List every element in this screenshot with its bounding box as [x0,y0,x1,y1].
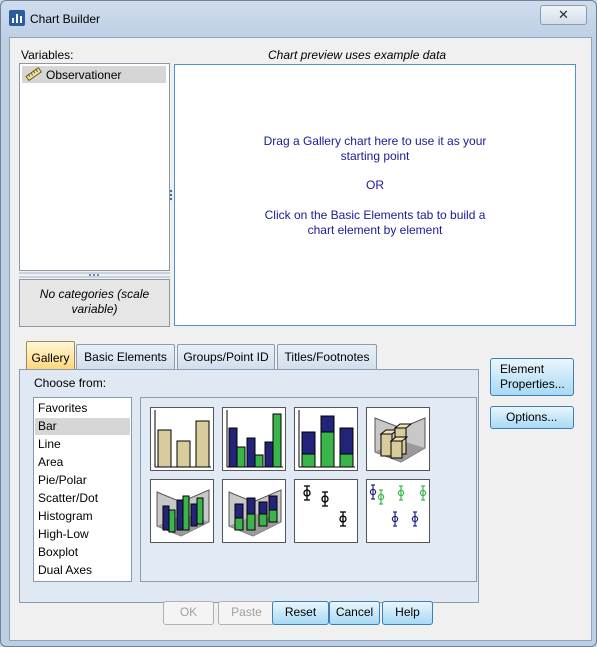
gallery-tab-panel: Choose from: Favorites Bar Line Area Pie… [19,369,479,603]
variables-list[interactable]: Observationer [19,63,170,271]
window-title: Chart Builder [30,12,101,26]
tab-basic-elements[interactable]: Basic Elements [76,344,175,369]
preview-instruction-line3: Click on the Basic Elements tab to build… [264,208,486,222]
preview-instruction-line1: Drag a Gallery chart here to use it as y… [263,134,487,148]
preview-or-text: OR [366,178,384,192]
chart-type-pie-polar[interactable]: Pie/Polar [35,472,130,489]
clustered-bar-icon[interactable] [222,407,286,471]
gallery-thumbnails [140,397,477,582]
options-button[interactable]: Options... [490,406,574,429]
no-categories-text: No categories (scale variable) [39,287,150,316]
chart-builder-app-icon [9,10,25,26]
tab-gallery[interactable]: Gallery [26,341,75,370]
chart-type-dual-axes[interactable]: Dual Axes [35,562,130,579]
tab-titles-footnotes[interactable]: Titles/Footnotes [277,344,377,369]
chart-type-favorites[interactable]: Favorites [35,400,130,417]
options-label: Options... [506,410,558,424]
chart-type-boxplot[interactable]: Boxplot [35,544,130,561]
chart-type-area[interactable]: Area [35,454,130,471]
variable-label: Observationer [46,68,122,82]
paste-button[interactable]: Paste [218,601,275,625]
chart-type-bar[interactable]: Bar [35,418,130,435]
ok-button[interactable]: OK [163,601,214,625]
element-properties-label: Element Properties... [500,362,565,391]
chart-builder-window: Chart Builder ✕ Variables: Observationer [0,0,597,647]
variables-label: Variables: [21,48,74,62]
cancel-button[interactable]: Cancel [329,601,380,625]
chart-type-histogram[interactable]: Histogram [35,508,130,525]
3d-clustered-bar-icon[interactable] [150,479,214,543]
simple-bar-icon[interactable] [150,407,214,471]
variable-item-observationer[interactable]: Observationer [22,66,166,83]
chart-preview-canvas[interactable]: Drag a Gallery chart here to use it as y… [174,64,576,326]
scale-ruler-icon [25,67,42,81]
title-bar: Chart Builder ✕ [1,1,596,35]
dialog-body: Variables: Observationer No categories (… [9,37,592,641]
chart-type-high-low[interactable]: High-Low [35,526,130,543]
close-button[interactable]: ✕ [540,5,587,25]
reset-button[interactable]: Reset [272,601,329,625]
simple-error-bar-icon[interactable] [294,479,358,543]
categories-box: No categories (scale variable) [19,279,170,327]
horizontal-splitter-handle[interactable] [19,272,170,278]
preview-instruction-line2: starting point [340,149,410,163]
chart-type-scatter-dot[interactable]: Scatter/Dot [35,490,130,507]
choose-from-label: Choose from: [34,376,107,390]
chart-type-list[interactable]: Favorites Bar Line Area Pie/Polar Scatte… [33,397,132,582]
element-properties-button[interactable]: Element Properties... [490,358,574,396]
3d-bar-icon[interactable] [366,407,430,471]
3d-stacked-bar-icon[interactable] [222,479,286,543]
clustered-error-bar-icon[interactable] [366,479,430,543]
preview-instruction-line4: chart element by element [307,223,443,237]
stacked-bar-icon[interactable] [294,407,358,471]
chart-type-line[interactable]: Line [35,436,130,453]
help-button[interactable]: Help [382,601,433,625]
close-icon: ✕ [558,7,569,22]
preview-label: Chart preview uses example data [268,48,447,62]
tab-groups-point-id[interactable]: Groups/Point ID [177,344,275,369]
